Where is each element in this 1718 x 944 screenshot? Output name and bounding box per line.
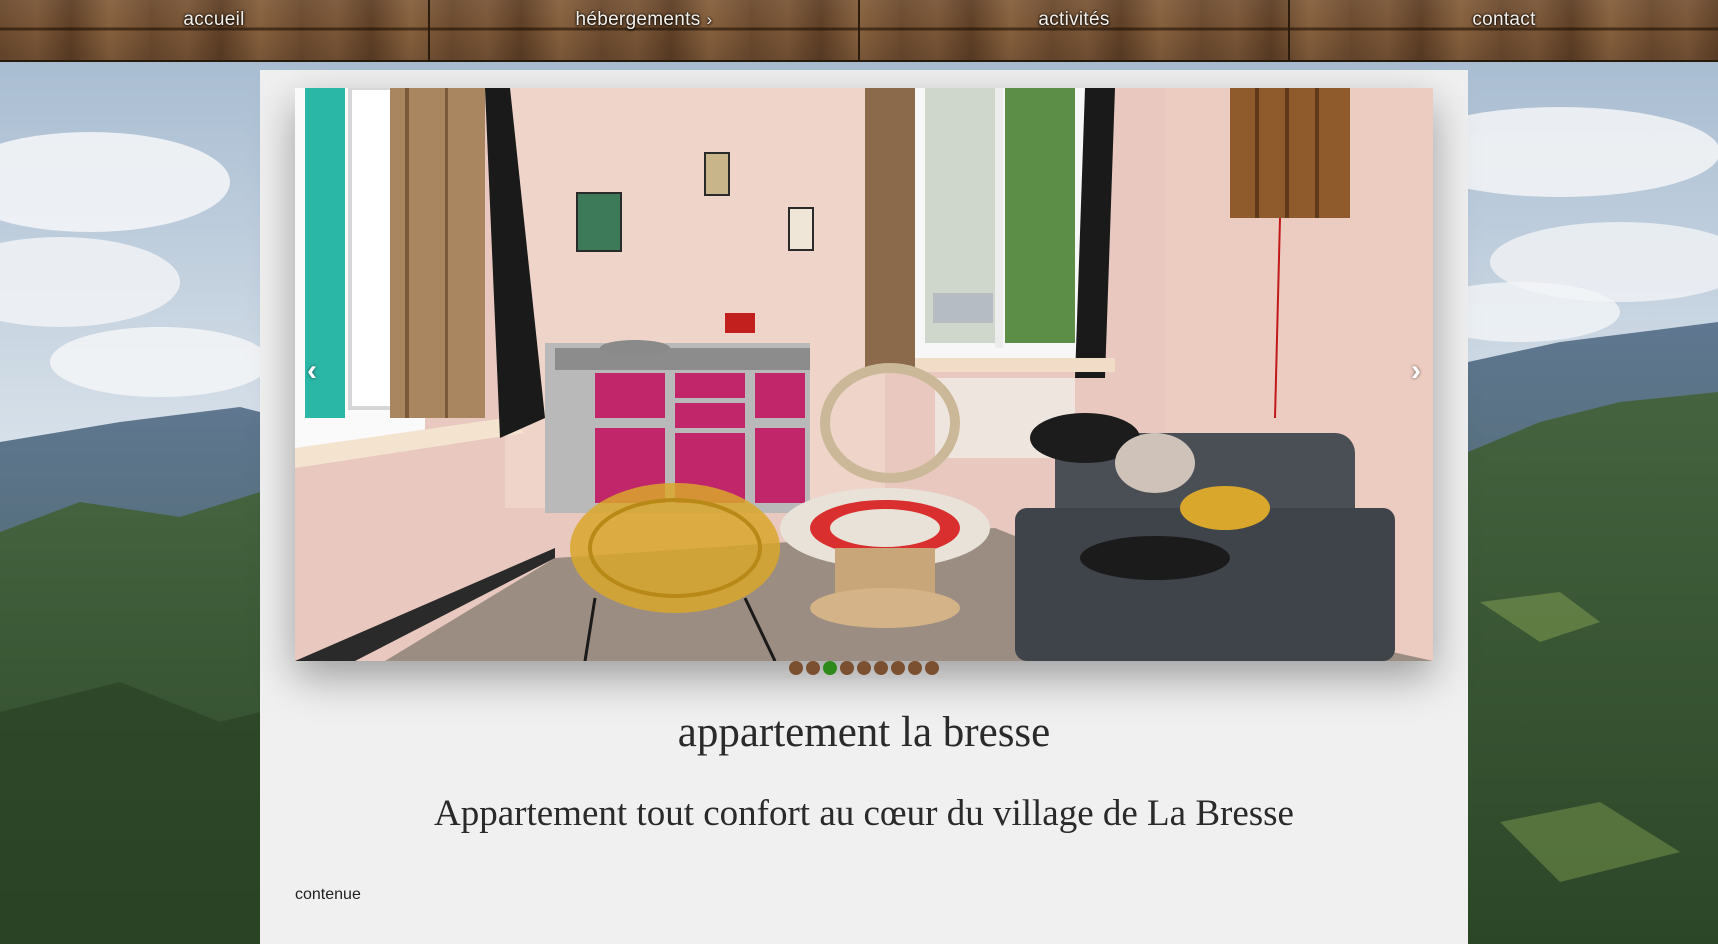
slider-dot-1[interactable] xyxy=(789,661,803,675)
slider-dot-4[interactable] xyxy=(840,661,854,675)
content-text: contenue xyxy=(295,886,361,903)
slider-dot-5[interactable] xyxy=(857,661,871,675)
slider-pagination xyxy=(260,661,1468,675)
nav-item-accueil[interactable]: accueil xyxy=(0,0,430,60)
slider-next-button[interactable]: › xyxy=(1411,356,1421,386)
slider-prev-button[interactable]: ‹ xyxy=(307,356,317,386)
nav-item-activites[interactable]: activités xyxy=(860,0,1290,60)
content-panel: ‹ › appartement la bresse Appartement to… xyxy=(260,70,1468,944)
slider-dot-2[interactable] xyxy=(806,661,820,675)
slide-image-living-room xyxy=(295,88,1433,661)
slider-dot-3[interactable] xyxy=(823,661,837,675)
nav-label-contact[interactable]: contact xyxy=(1472,9,1535,31)
nav-item-contact[interactable]: contact xyxy=(1290,0,1718,60)
nav-label-accueil[interactable]: accueil xyxy=(183,9,244,31)
nav-label-hebergements[interactable]: hébergements › xyxy=(575,9,712,31)
nav-label-hebergements-text[interactable]: hébergements xyxy=(575,9,700,30)
page-title: appartement la bresse xyxy=(677,709,1051,756)
slider-dot-8[interactable] xyxy=(908,661,922,675)
page-subtitle: Appartement tout confort au cœur du vill… xyxy=(434,793,1294,834)
chevron-right-icon: › xyxy=(706,10,713,29)
slider-dot-7[interactable] xyxy=(891,661,905,675)
nav-label-activites[interactable]: activités xyxy=(1038,9,1109,31)
image-slider[interactable]: ‹ › xyxy=(295,88,1433,661)
nav-item-hebergements[interactable]: hébergements › xyxy=(430,0,860,60)
main-nav: accueil hébergements › activités contact xyxy=(0,0,1718,62)
slider-dot-6[interactable] xyxy=(874,661,888,675)
slider-dot-9[interactable] xyxy=(925,661,939,675)
